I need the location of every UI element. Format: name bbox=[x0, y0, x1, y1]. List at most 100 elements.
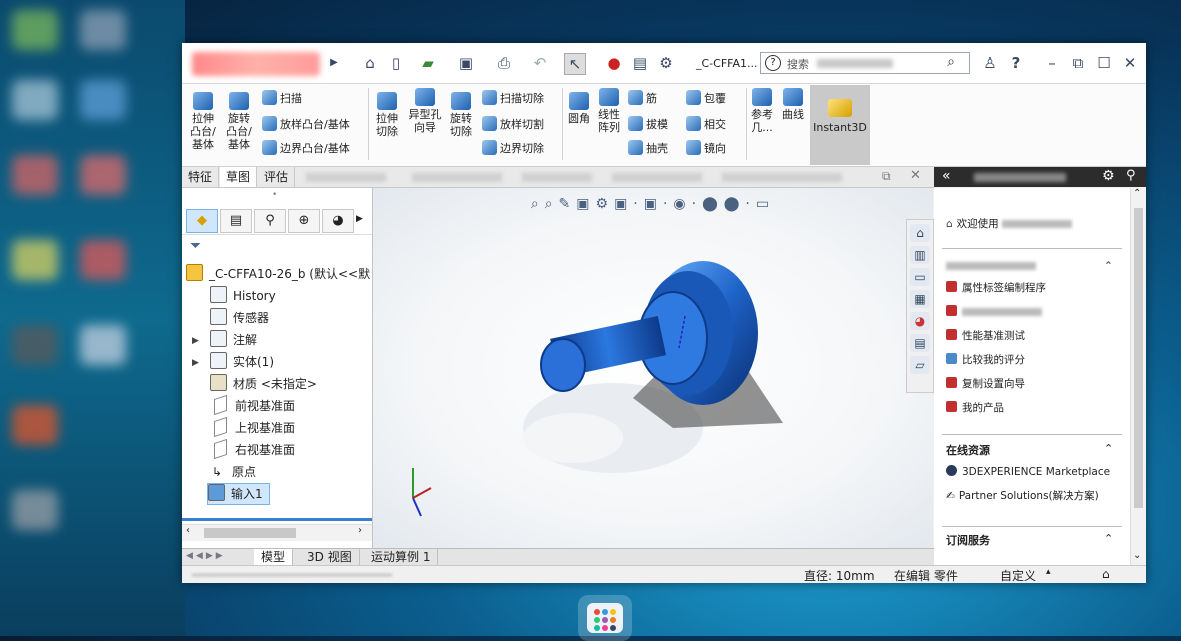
desktop-icon[interactable] bbox=[12, 10, 58, 50]
graphics-area[interactable]: ⌕⌕✎▣⚙▣·▣·◉·⬤⬤·▭ bbox=[373, 188, 933, 548]
tree-item-material[interactable]: 材质 <未指定> bbox=[210, 374, 317, 394]
tab-sketch[interactable]: 草图 bbox=[220, 167, 258, 187]
desktop-icon[interactable] bbox=[12, 155, 58, 195]
undo-icon[interactable]: ↶ bbox=[530, 53, 550, 73]
panel-splitter-dot[interactable]: • bbox=[272, 190, 277, 200]
tree-item-top-plane[interactable]: 上视基准面 bbox=[214, 416, 295, 438]
subscription-header[interactable]: 订阅服务 ⌃ bbox=[946, 532, 1113, 548]
configuration-manager-icon[interactable]: ⚲ bbox=[254, 209, 286, 233]
new-document-icon[interactable]: ▯ bbox=[386, 53, 406, 73]
curves-button[interactable]: 曲线 bbox=[780, 88, 806, 121]
tree-item-history[interactable]: History bbox=[210, 286, 276, 306]
desktop-icon[interactable] bbox=[12, 405, 58, 445]
desktop-icon[interactable] bbox=[80, 80, 126, 120]
home-icon[interactable]: ⌂ bbox=[360, 53, 380, 73]
tab-model[interactable]: 模型 bbox=[254, 549, 294, 566]
tree-item-annotations[interactable]: 注解 bbox=[210, 330, 257, 350]
boundary-boss-button[interactable]: 边界凸台/基体 bbox=[262, 140, 350, 157]
property-manager-icon[interactable]: ▤ bbox=[220, 209, 252, 233]
scroll-down-icon[interactable]: ⌄ bbox=[1133, 550, 1141, 561]
desktop-icon[interactable] bbox=[80, 10, 126, 50]
desktop-icon[interactable] bbox=[80, 325, 126, 365]
tab-motion-study[interactable]: 运动算例 1 bbox=[364, 549, 439, 566]
shell-button[interactable]: 抽壳 bbox=[628, 140, 668, 157]
blurred-tab[interactable] bbox=[612, 173, 702, 182]
desktop-icon[interactable] bbox=[12, 325, 58, 365]
scroll-right-icon[interactable]: › bbox=[358, 525, 362, 536]
lofted-cut-button[interactable]: 放样切割 bbox=[482, 116, 544, 133]
online-item-marketplace[interactable]: 3DEXPERIENCE Marketplace bbox=[946, 464, 1110, 480]
blurred-tab[interactable] bbox=[412, 173, 502, 182]
blurred-tab[interactable] bbox=[306, 173, 386, 182]
tag-icon[interactable]: ⌂ bbox=[1102, 567, 1110, 581]
maximize-icon[interactable]: ☐ bbox=[1094, 53, 1114, 73]
taskbar-app[interactable] bbox=[578, 595, 632, 641]
tool-item[interactable]: 我的产品 bbox=[946, 400, 1004, 416]
view-palette-icon[interactable]: ▦ bbox=[910, 290, 930, 308]
revolve-boss-button[interactable]: 旋转 凸台/ 基体 bbox=[224, 92, 254, 151]
pin-icon[interactable]: ⚲ bbox=[1126, 168, 1136, 183]
tab-features[interactable]: 特征 bbox=[182, 167, 220, 187]
reference-geometry-button[interactable]: 参考 几... bbox=[748, 88, 776, 134]
desktop-icon[interactable] bbox=[12, 490, 58, 530]
tree-item-sensors[interactable]: 传感器 bbox=[210, 308, 269, 328]
loft-boss-button[interactable]: 放样凸台/基体 bbox=[262, 116, 350, 133]
user-icon[interactable]: ♙ bbox=[980, 53, 1000, 73]
online-resources-header[interactable]: 在线资源 ⌃ bbox=[946, 442, 1113, 458]
boundary-cut-button[interactable]: 边界切除 bbox=[482, 140, 544, 157]
task-pane-scrollbar[interactable]: ⌃ ⌄ bbox=[1130, 188, 1146, 568]
welcome-link[interactable]: ⌂ 欢迎使用 bbox=[946, 216, 1073, 232]
tree-root[interactable]: _C-CFFA10-26_b (默认<<默 bbox=[186, 264, 370, 284]
tool-item[interactable]: 比较我的评分 bbox=[946, 352, 1025, 368]
filter-icon[interactable]: ⏷ bbox=[190, 238, 201, 254]
restore-icon[interactable]: ⧉ bbox=[1068, 53, 1088, 73]
design-library-icon[interactable]: ▥ bbox=[910, 246, 930, 264]
tab-evaluate[interactable]: 评估 bbox=[258, 167, 296, 187]
mirror-button[interactable]: 镜向 bbox=[686, 140, 726, 157]
file-properties-icon[interactable]: ▤ bbox=[630, 53, 650, 73]
forum-icon[interactable]: ▱ bbox=[910, 356, 930, 374]
scroll-left-icon[interactable]: ‹ bbox=[186, 525, 190, 536]
tool-item[interactable]: 属性标签编制程序 bbox=[946, 280, 1046, 296]
desktop-icon[interactable] bbox=[80, 155, 126, 195]
extrude-cut-button[interactable]: 拉伸 切除 bbox=[372, 92, 402, 138]
instant3d-button[interactable]: Instant3D bbox=[810, 85, 870, 165]
appearances-icon[interactable]: ◕ bbox=[910, 312, 930, 330]
expand-arrow-icon[interactable]: ▶ bbox=[192, 336, 199, 346]
online-item-partners[interactable]: ✍ Partner Solutions(解决方案) bbox=[946, 488, 1099, 504]
tree-item-solid-bodies[interactable]: 实体(1) bbox=[210, 352, 274, 372]
rib-button[interactable]: 筋 bbox=[628, 90, 657, 107]
panel-more-icon[interactable]: ▶ bbox=[356, 214, 363, 224]
home-tab-icon[interactable]: ⌂ bbox=[910, 224, 930, 242]
tool-item[interactable]: 复制设置向导 bbox=[946, 376, 1025, 392]
desktop-icon[interactable] bbox=[12, 240, 58, 280]
collapse-pane-icon[interactable]: « bbox=[942, 168, 951, 184]
expand-arrow-icon[interactable]: ▶ bbox=[192, 358, 199, 368]
options-gear-icon[interactable]: ⚙ bbox=[656, 53, 676, 73]
feature-manager-icon[interactable]: ◆ bbox=[186, 209, 218, 233]
draft-button[interactable]: 拔模 bbox=[628, 116, 668, 133]
revolve-cut-button[interactable]: 旋转 切除 bbox=[446, 92, 476, 138]
tab-3d-view[interactable]: 3D 视图 bbox=[300, 549, 360, 566]
tools-section-header[interactable]: ⌃ bbox=[946, 258, 1113, 274]
search-box[interactable]: ? 搜索 ⌕ bbox=[760, 52, 970, 74]
linear-pattern-button[interactable]: 线性 阵列 bbox=[596, 88, 622, 134]
intersect-button[interactable]: 相交 bbox=[686, 116, 726, 133]
wrap-button[interactable]: 包覆 bbox=[686, 90, 726, 107]
tree-item-import1[interactable]: 输入1 bbox=[207, 483, 270, 505]
fillet-button[interactable]: 圆角 bbox=[566, 92, 592, 125]
scroll-up-icon[interactable]: ⌃ bbox=[1133, 188, 1141, 199]
display-manager-icon[interactable]: ◕ bbox=[322, 209, 354, 233]
units-dropdown[interactable]: 自定义 bbox=[1000, 567, 1036, 583]
help-icon[interactable]: ? bbox=[1006, 53, 1026, 73]
scroll-thumb[interactable] bbox=[1134, 208, 1143, 508]
tree-item-right-plane[interactable]: 右视基准面 bbox=[214, 438, 295, 460]
scroll-thumb[interactable] bbox=[204, 528, 296, 538]
gear-icon[interactable]: ⚙ bbox=[1102, 168, 1115, 184]
close-icon[interactable]: ✕ bbox=[1120, 53, 1140, 73]
rebuild-icon[interactable]: ● bbox=[604, 53, 624, 73]
save-icon[interactable]: ▣ bbox=[456, 53, 476, 73]
swept-cut-button[interactable]: 扫描切除 bbox=[482, 90, 544, 107]
custom-properties-icon[interactable]: ▤ bbox=[910, 334, 930, 352]
part-model[interactable] bbox=[373, 188, 933, 548]
